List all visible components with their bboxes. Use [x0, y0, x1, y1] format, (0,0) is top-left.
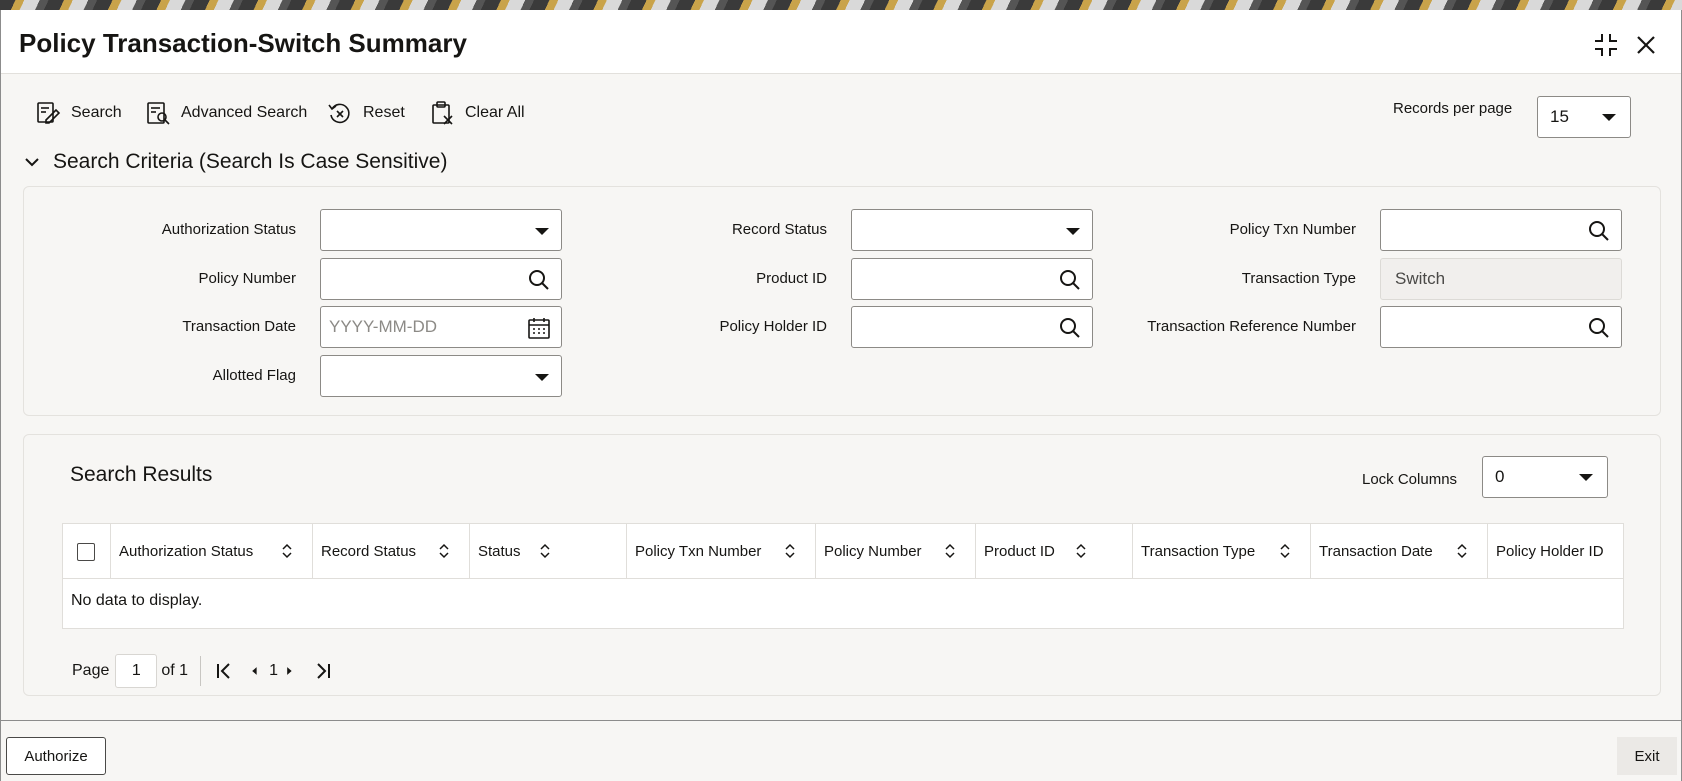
sort-icon	[439, 543, 449, 559]
reset-button-label: Reset	[363, 104, 405, 121]
records-per-page-label: Records per page	[1393, 100, 1513, 117]
search-results-panel: Search Results Lock Columns 0 Authorizat…	[23, 434, 1661, 696]
search-criteria-panel: Authorization Status Policy Number Trans…	[23, 186, 1661, 416]
summary-window: Policy Transaction-Switch Summary Search…	[0, 10, 1682, 781]
sort-icon	[785, 543, 795, 559]
select-all-checkbox[interactable]	[77, 543, 95, 561]
column-header-transaction-date[interactable]: Transaction Date	[1311, 524, 1488, 579]
pagination: Page 1 of 1 1	[72, 653, 334, 689]
policy-txn-number-input[interactable]	[1380, 209, 1622, 251]
column-header-policy-txn-number[interactable]: Policy Txn Number	[627, 524, 816, 579]
close-icon[interactable]	[1631, 30, 1661, 60]
transaction-date-input[interactable]: YYYY-MM-DD	[320, 306, 562, 348]
search-icon[interactable]	[527, 268, 551, 292]
lock-columns-value: 0	[1495, 467, 1505, 486]
allotted-flag-select[interactable]	[320, 355, 562, 397]
next-page-icon[interactable]	[284, 660, 298, 682]
previous-page-icon[interactable]	[249, 660, 263, 682]
first-page-icon[interactable]	[213, 660, 235, 682]
column-header-record-status[interactable]: Record Status	[313, 524, 470, 579]
last-page-icon[interactable]	[312, 660, 334, 682]
transaction-type-label: Transaction Type	[1241, 270, 1356, 287]
policy-number-input[interactable]	[320, 258, 562, 300]
transaction-date-label: Transaction Date	[182, 318, 296, 335]
lock-columns-select[interactable]: 0	[1482, 456, 1608, 498]
toolbar: Search Advanced Search Reset Clear All R…	[1, 74, 1681, 148]
search-form-icon	[37, 102, 61, 124]
record-status-label: Record Status	[731, 221, 827, 238]
authorization-status-label: Authorization Status	[161, 221, 296, 238]
chevron-down-icon	[535, 228, 549, 235]
search-icon[interactable]	[1058, 316, 1082, 340]
policy-txn-number-label: Policy Txn Number	[1229, 221, 1356, 238]
search-icon[interactable]	[1058, 268, 1082, 292]
transaction-reference-number-label: Transaction Reference Number	[1147, 318, 1356, 335]
product-id-input[interactable]	[851, 258, 1093, 300]
product-id-label: Product ID	[756, 270, 827, 287]
search-button[interactable]: Search	[35, 98, 122, 128]
current-page-number[interactable]: 1	[269, 662, 278, 680]
reset-button[interactable]: Reset	[327, 98, 405, 128]
sort-icon	[945, 543, 955, 559]
top-decorative-strip	[0, 0, 1682, 10]
maximize-icon[interactable]	[1591, 30, 1621, 60]
sort-icon	[1076, 543, 1086, 559]
authorize-button[interactable]: Authorize	[6, 737, 106, 775]
footer-bar: Authorize Exit	[1, 720, 1681, 781]
results-table: Authorization Status Record Status Statu…	[62, 523, 1624, 629]
search-criteria-heading: Search Criteria (Search Is Case Sensitiv…	[53, 150, 448, 173]
record-status-select[interactable]	[851, 209, 1093, 251]
records-per-page-select[interactable]: 15	[1537, 96, 1631, 138]
pager-divider	[200, 656, 202, 686]
policy-holder-id-input[interactable]	[851, 306, 1093, 348]
page-title: Policy Transaction-Switch Summary	[19, 28, 467, 58]
search-button-label: Search	[71, 104, 122, 121]
column-header-policy-number[interactable]: Policy Number	[816, 524, 976, 579]
clear-all-button[interactable]: Clear All	[429, 98, 525, 128]
chevron-down-icon	[25, 158, 39, 167]
clear-all-button-label: Clear All	[465, 104, 525, 121]
table-header: Authorization Status Record Status Statu…	[63, 524, 1623, 579]
chevron-down-icon	[535, 374, 549, 381]
allotted-flag-label: Allotted Flag	[212, 367, 296, 384]
column-header-status[interactable]: Status	[470, 524, 627, 579]
reset-icon	[328, 103, 350, 124]
sort-icon	[1280, 543, 1290, 559]
transaction-date-placeholder: YYYY-MM-DD	[329, 317, 437, 336]
page-number-input[interactable]: 1	[115, 654, 158, 688]
lock-columns-label: Lock Columns	[1362, 471, 1458, 488]
title-bar: Policy Transaction-Switch Summary	[1, 10, 1681, 74]
advanced-search-icon	[147, 102, 170, 125]
chevron-down-icon	[1579, 474, 1593, 481]
column-header-transaction-type[interactable]: Transaction Type	[1133, 524, 1311, 579]
sort-icon	[282, 543, 292, 559]
policy-holder-id-label: Policy Holder ID	[719, 318, 827, 335]
sort-icon	[540, 543, 550, 559]
chevron-down-icon	[1602, 114, 1616, 121]
page-label: Page	[72, 662, 110, 679]
exit-button[interactable]: Exit	[1617, 737, 1677, 775]
empty-table-message: No data to display.	[71, 592, 203, 609]
authorization-status-select[interactable]	[320, 209, 562, 251]
search-criteria-toggle[interactable]: Search Criteria (Search Is Case Sensitiv…	[23, 150, 447, 174]
advanced-search-button-label: Advanced Search	[181, 104, 308, 121]
advanced-search-button[interactable]: Advanced Search	[145, 98, 307, 128]
transaction-type-field: Switch	[1380, 258, 1622, 300]
search-icon[interactable]	[1587, 219, 1611, 243]
chevron-down-icon	[1066, 228, 1080, 235]
policy-number-label: Policy Number	[198, 270, 296, 287]
page-count-label: of 1	[161, 662, 189, 679]
column-header-product-id[interactable]: Product ID	[976, 524, 1133, 579]
transaction-type-value: Switch	[1395, 269, 1446, 288]
column-header-authorization-status[interactable]: Authorization Status	[111, 524, 313, 579]
select-all-cell	[63, 524, 111, 579]
calendar-icon[interactable]	[527, 316, 551, 340]
transaction-reference-number-input[interactable]	[1380, 306, 1622, 348]
search-results-heading: Search Results	[70, 463, 213, 486]
column-header-policy-holder-id[interactable]: Policy Holder ID	[1488, 524, 1623, 579]
sort-icon	[1457, 543, 1467, 559]
clear-clipboard-icon	[432, 101, 453, 125]
records-per-page-value: 15	[1550, 107, 1569, 126]
search-icon[interactable]	[1587, 316, 1611, 340]
